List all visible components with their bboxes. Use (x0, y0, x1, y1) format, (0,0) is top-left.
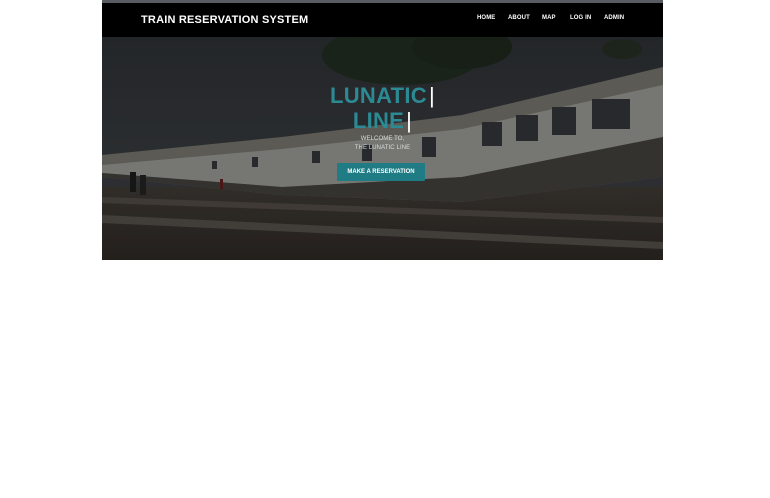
hero-title-line-2: LINE| (102, 108, 663, 134)
nav-about[interactable]: ABOUT (508, 15, 530, 21)
nav-login[interactable]: LOG IN (570, 15, 591, 21)
nav-admin[interactable]: ADMIN (604, 15, 624, 21)
typing-caret: | (429, 83, 436, 108)
hero-title-text-1: LUNATIC (329, 83, 427, 108)
hero-title-text-2: LINE (352, 108, 405, 133)
welcome-line-2: THE LUNATIC LINE (354, 145, 411, 151)
browser-viewport: TRAIN RESERVATION SYSTEM HOME ABOUT MAP … (0, 0, 770, 498)
nav-home[interactable]: HOME (477, 15, 495, 21)
make-reservation-button[interactable]: MAKE A RESERVATION (337, 163, 425, 181)
site-brand[interactable]: TRAIN RESERVATION SYSTEM (141, 14, 308, 26)
welcome-line-1: WELCOME TO, (360, 136, 405, 142)
nav-map[interactable]: MAP (542, 15, 556, 21)
typing-caret: | (406, 108, 413, 133)
website: TRAIN RESERVATION SYSTEM HOME ABOUT MAP … (102, 0, 663, 260)
navbar: TRAIN RESERVATION SYSTEM HOME ABOUT MAP … (102, 3, 663, 37)
hero-title-line-1: LUNATIC| (102, 83, 663, 109)
hero-section: LUNATIC| LINE| WELCOME TO, THE LUNATIC L… (102, 37, 663, 260)
